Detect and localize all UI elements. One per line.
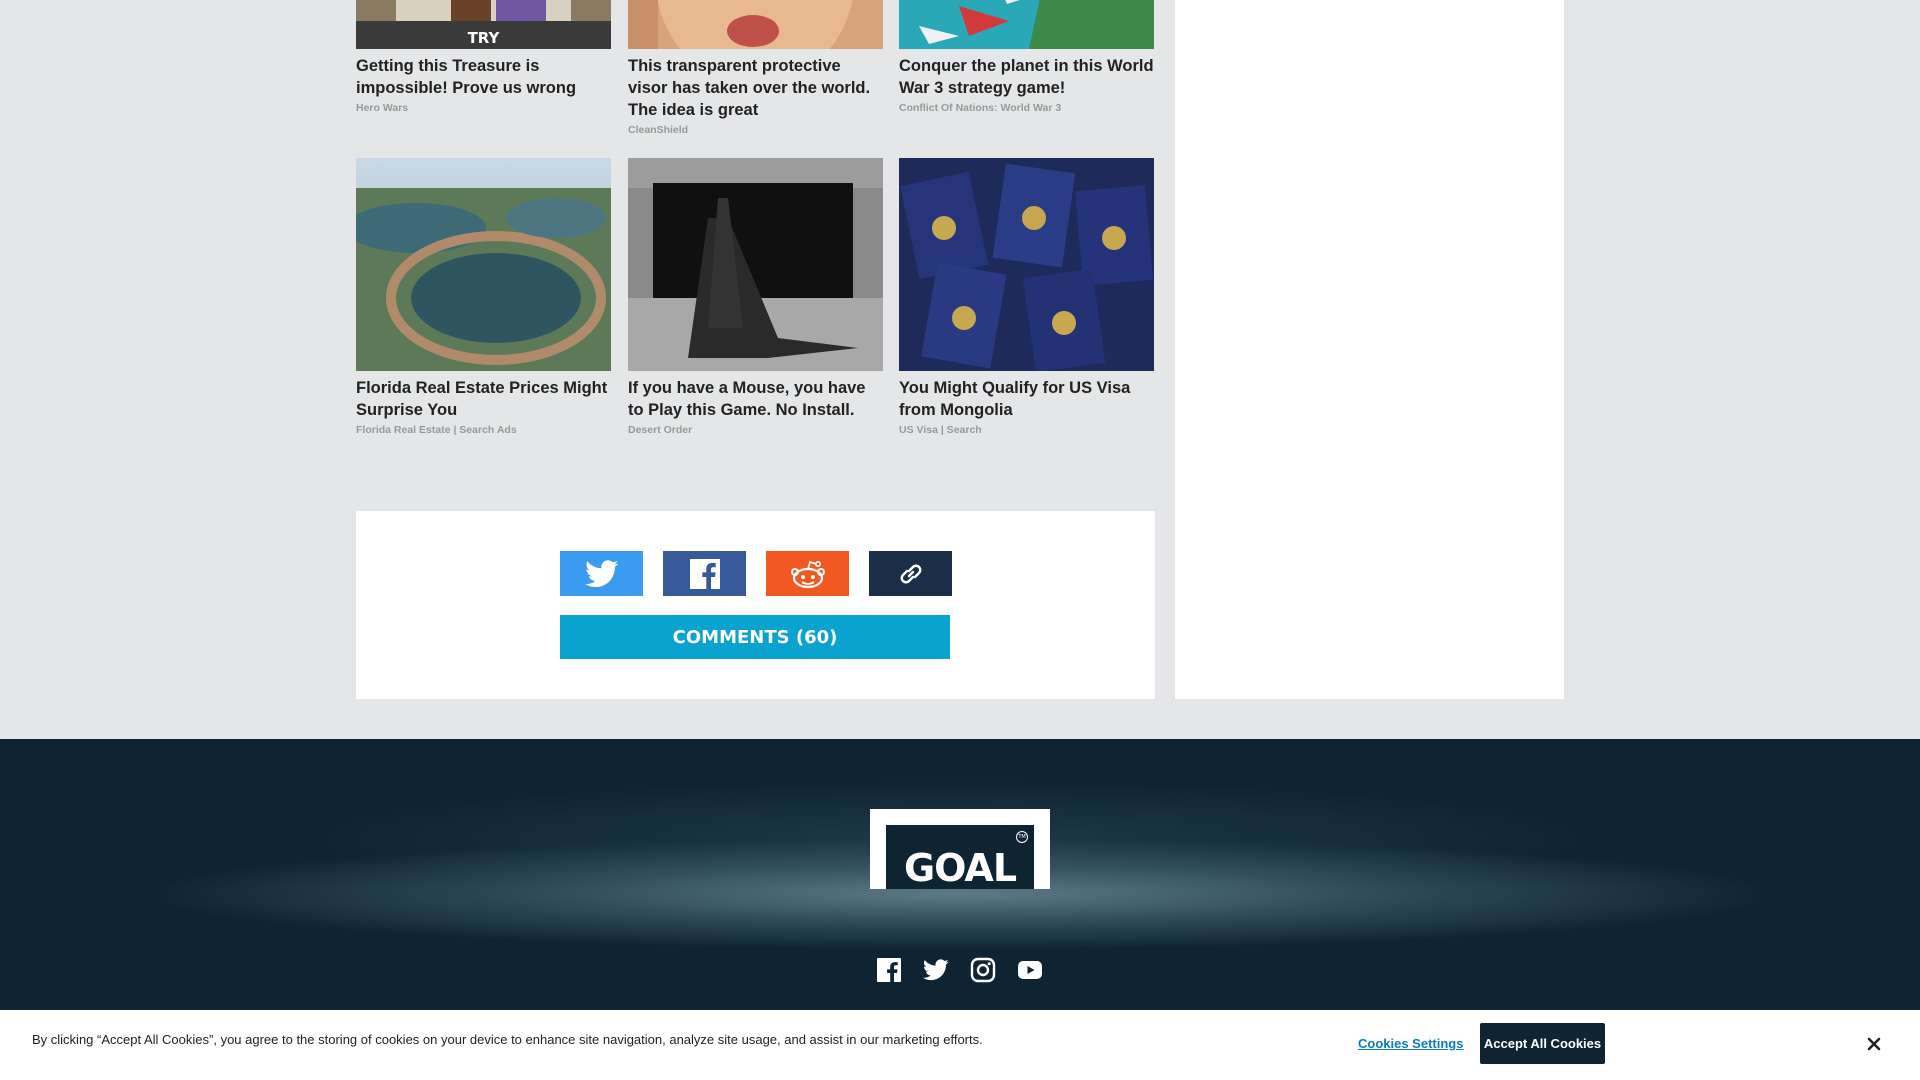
ad-image[interactable]: TRY	[356, 0, 611, 49]
ad-image[interactable]	[628, 158, 883, 371]
youtube-icon[interactable]	[1017, 957, 1043, 983]
cookies-settings-link[interactable]: Cookies Settings	[1358, 1036, 1463, 1051]
comments-button[interactable]: COMMENTS (60)	[560, 615, 950, 659]
cookie-consent-text: By clicking “Accept All Cookies”, you ag…	[32, 1032, 983, 1047]
ad-title[interactable]: This transparent protective visor has ta…	[628, 55, 883, 121]
link-icon	[900, 564, 921, 583]
close-icon[interactable]	[1862, 1032, 1886, 1056]
ad-source: Florida Real Estate | Search Ads	[356, 424, 517, 436]
trademark-icon: TM	[1016, 831, 1028, 843]
ad-card[interactable]: This transparent protective visor has ta…	[628, 0, 883, 137]
accept-all-cookies-button[interactable]: Accept All Cookies	[1480, 1023, 1605, 1064]
instagram-icon[interactable]	[970, 957, 996, 983]
ad-source: CleanShield	[628, 124, 689, 136]
ad-image[interactable]	[899, 158, 1154, 371]
ad-source: US Visa | Search	[899, 424, 982, 436]
facebook-share-button[interactable]	[663, 551, 746, 596]
ad-card[interactable]: TRY Getting this Treasure is impossible!…	[356, 0, 611, 115]
ad-source: Conflict Of Nations: World War 3	[899, 102, 1062, 114]
ad-image[interactable]	[899, 0, 1154, 49]
ad-source: Hero Wars	[356, 102, 409, 114]
share-panel: COMMENTS (60)	[356, 511, 1155, 699]
twitter-share-button[interactable]	[560, 551, 643, 596]
ad-card[interactable]: You Might Qualify for US Visa from Mongo…	[899, 158, 1154, 437]
ad-image[interactable]	[356, 158, 611, 371]
ad-title[interactable]: You Might Qualify for US Visa from Mongo…	[899, 377, 1154, 421]
ad-image[interactable]	[628, 0, 883, 49]
goal-logo-text: GOAL	[903, 846, 1017, 890]
reddit-share-button[interactable]	[766, 551, 849, 596]
goal-logo[interactable]: GOAL TM	[870, 809, 1050, 889]
ad-title[interactable]: Conquer the planet in this World War 3 s…	[899, 55, 1154, 99]
sidebar-panel	[1175, 0, 1564, 699]
ad-card[interactable]: If you have a Mouse, you have to Play th…	[628, 158, 883, 437]
reddit-icon	[790, 560, 825, 588]
ad-badge: TRY	[467, 29, 500, 47]
goal-logo-inner: GOAL TM	[886, 825, 1034, 889]
ad-title[interactable]: If you have a Mouse, you have to Play th…	[628, 377, 883, 421]
cookie-consent-banner: By clicking “Accept All Cookies”, you ag…	[0, 1010, 1920, 1080]
ad-card[interactable]: Conquer the planet in this World War 3 s…	[899, 0, 1154, 115]
copy-link-button[interactable]	[869, 551, 952, 596]
twitter-icon	[584, 559, 618, 587]
facebook-icon[interactable]	[876, 957, 902, 983]
footer-social-links	[876, 957, 1046, 987]
ad-title[interactable]: Getting this Treasure is impossible! Pro…	[356, 55, 611, 99]
twitter-icon[interactable]	[923, 957, 949, 983]
ad-card[interactable]: Florida Real Estate Prices Might Surpris…	[356, 158, 611, 437]
ad-title[interactable]: Florida Real Estate Prices Might Surpris…	[356, 377, 611, 421]
facebook-icon	[689, 558, 720, 589]
ad-source: Desert Order	[628, 424, 693, 436]
